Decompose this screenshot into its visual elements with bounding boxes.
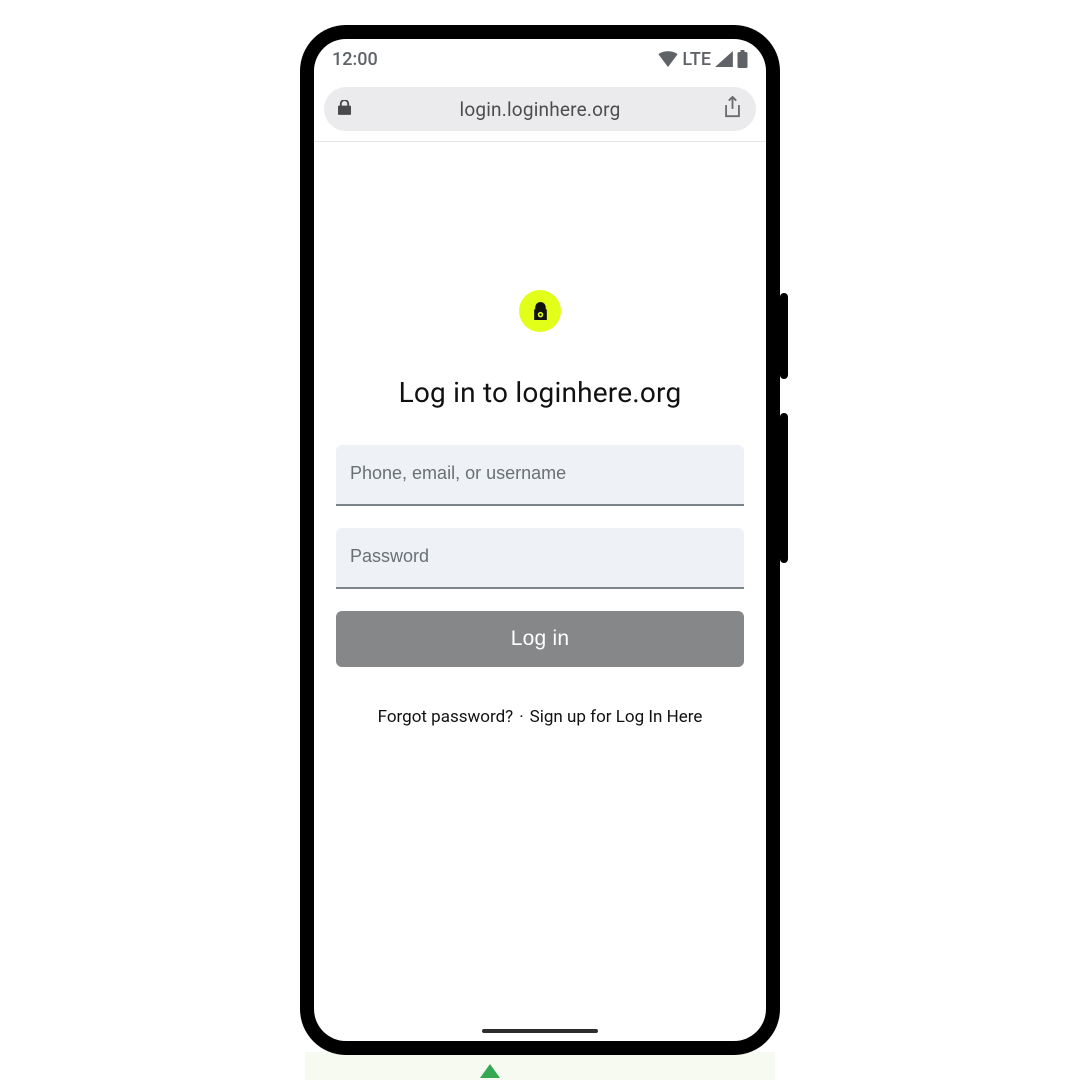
page-content: Log in to loginhere.org Log in Forgot pa…: [314, 142, 766, 1029]
login-button[interactable]: Log in: [336, 611, 744, 667]
lock-icon: [338, 100, 351, 119]
signal-icon: [715, 51, 733, 67]
site-logo: [519, 290, 561, 332]
phone-screen: 12:00 LTE login.loginhere.org: [314, 39, 766, 1041]
phone-side-button-2: [780, 413, 788, 563]
password-input[interactable]: [336, 528, 744, 589]
network-label: LTE: [682, 49, 711, 70]
address-bar[interactable]: login.loginhere.org: [324, 87, 756, 131]
browser-toolbar: login.loginhere.org: [314, 79, 766, 141]
backdrop-triangle-icon: [480, 1064, 500, 1078]
phone-side-button-1: [780, 293, 788, 379]
username-input[interactable]: [336, 445, 744, 506]
padlock-logo-icon: [532, 302, 549, 321]
wifi-icon: [658, 51, 678, 67]
battery-icon: [737, 50, 748, 68]
backdrop-banner: [305, 1052, 775, 1080]
address-url: login.loginhere.org: [357, 98, 723, 121]
signup-link[interactable]: Sign up for Log In Here: [530, 707, 703, 727]
footer-links: Forgot password? · Sign up for Log In He…: [378, 707, 703, 727]
page-title: Log in to loginhere.org: [399, 376, 682, 409]
status-time: 12:00: [332, 49, 378, 70]
status-bar: 12:00 LTE: [314, 39, 766, 79]
nav-indicator: [482, 1029, 598, 1033]
share-icon[interactable]: [723, 96, 742, 122]
status-icons: LTE: [658, 49, 748, 70]
phone-frame: 12:00 LTE login.loginhere.org: [300, 25, 780, 1055]
forgot-password-link[interactable]: Forgot password?: [378, 707, 514, 727]
links-separator: ·: [519, 707, 523, 727]
